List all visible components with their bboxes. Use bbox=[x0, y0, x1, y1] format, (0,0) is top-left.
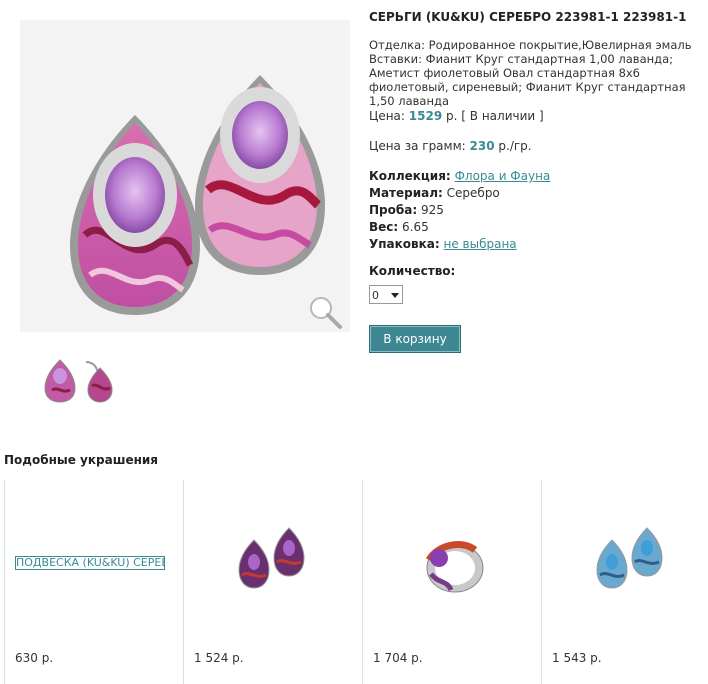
collection-label: Коллекция: bbox=[369, 169, 451, 183]
similar-items: ПОДВЕСКА (KU&KU) СЕРЕБРО 630 р. 1 524 р.… bbox=[4, 480, 708, 684]
similar-card[interactable]: 1 543 р. bbox=[541, 480, 708, 684]
price-value: 1529 bbox=[408, 109, 443, 123]
probe-value: 925 bbox=[420, 203, 444, 217]
similar-image[interactable] bbox=[582, 520, 682, 610]
product-properties: Коллекция: Флора и Фауна Материал: Сереб… bbox=[369, 168, 550, 253]
similar-price: 1 704 р. bbox=[373, 651, 423, 665]
collection-link[interactable]: Флора и Фауна bbox=[455, 169, 551, 183]
quantity-label: Количество: bbox=[369, 264, 456, 278]
package-label: Упаковка: bbox=[369, 237, 440, 251]
quantity-select[interactable]: 0 bbox=[369, 285, 403, 304]
weight-label: Вес: bbox=[369, 220, 399, 234]
price-label: Цена: bbox=[369, 109, 405, 123]
similar-card[interactable]: 1 524 р. bbox=[183, 480, 362, 684]
gram-price-unit: р./гр. bbox=[498, 139, 532, 153]
similar-price: 1 543 р. bbox=[552, 651, 602, 665]
product-thumbnail[interactable] bbox=[42, 356, 116, 406]
similar-price: 630 р. bbox=[15, 651, 54, 665]
material-label: Материал: bbox=[369, 186, 443, 200]
gram-price-label: Цена за грамм: bbox=[369, 139, 466, 153]
availability-status: [ В наличии ] bbox=[461, 109, 544, 123]
similar-title: Подобные украшения bbox=[4, 453, 159, 467]
weight-value: 6.65 bbox=[402, 220, 429, 234]
product-main-image[interactable] bbox=[20, 20, 350, 332]
add-to-cart-button[interactable]: В корзину bbox=[369, 325, 461, 353]
similar-card[interactable]: ПОДВЕСКА (KU&KU) СЕРЕБРО 630 р. bbox=[4, 480, 183, 684]
package-link[interactable]: не выбрана bbox=[444, 237, 517, 251]
price-unit: р. bbox=[446, 109, 458, 123]
probe-label: Проба: bbox=[369, 203, 418, 217]
zoom-icon[interactable] bbox=[306, 294, 344, 330]
gram-price-value: 230 bbox=[469, 139, 495, 153]
quantity-value: 0 bbox=[372, 289, 379, 302]
price-row: Цена: 1529 р. [ В наличии ] bbox=[369, 109, 544, 123]
similar-card[interactable]: 1 704 р. bbox=[362, 480, 541, 684]
similar-price: 1 524 р. bbox=[194, 651, 244, 665]
material-value: Серебро bbox=[446, 186, 500, 200]
product-title: СЕРЬГИ (KU&KU) СЕРЕБРО 223981-1 223981-1 bbox=[369, 10, 687, 24]
similar-image[interactable] bbox=[224, 520, 324, 610]
gram-price-row: Цена за грамм: 230 р./гр. bbox=[369, 139, 532, 153]
chevron-down-icon bbox=[391, 293, 399, 298]
similar-image-alt[interactable]: ПОДВЕСКА (KU&KU) СЕРЕБРО bbox=[15, 556, 165, 570]
product-description: Отделка: Родированное покрытие,Ювелирная… bbox=[369, 38, 692, 108]
similar-image[interactable] bbox=[403, 520, 503, 610]
